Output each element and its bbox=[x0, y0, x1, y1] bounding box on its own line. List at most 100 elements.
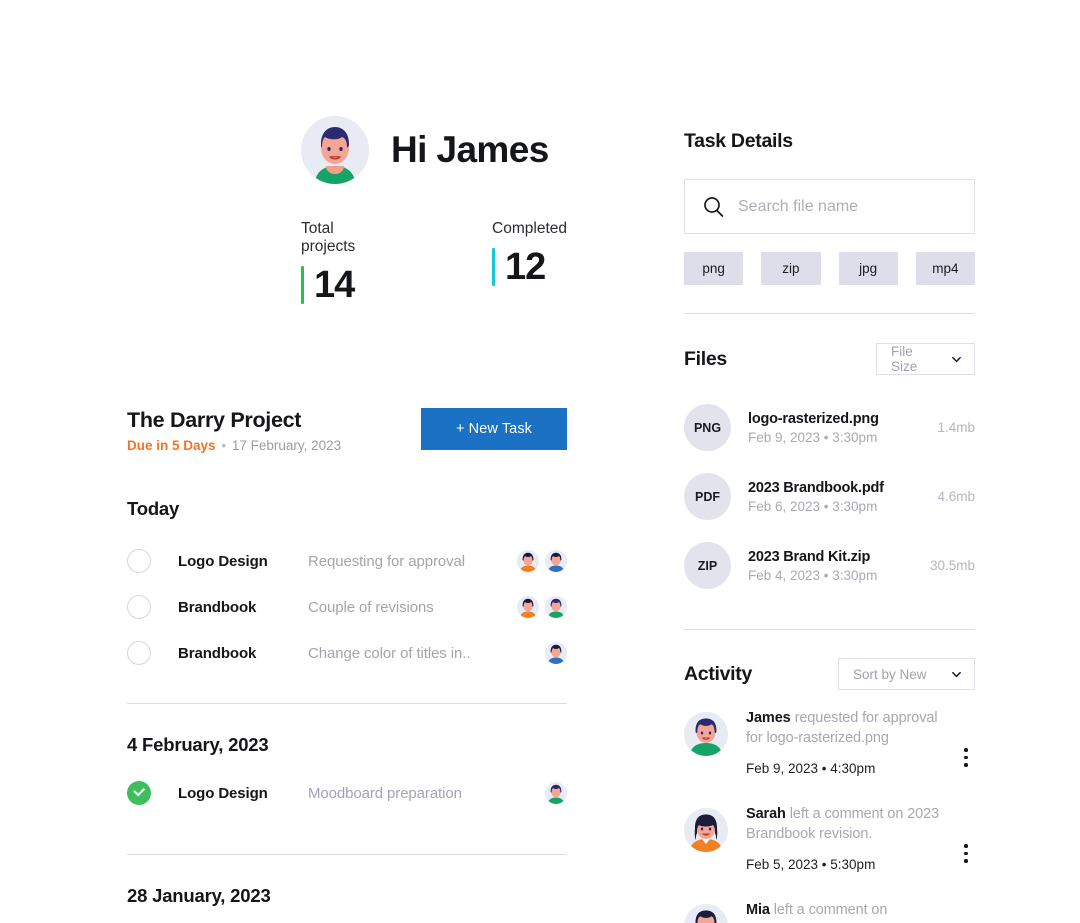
chevron-down-icon bbox=[952, 671, 961, 677]
activity-menu-button[interactable] bbox=[957, 900, 975, 923]
file-size: 4.6mb bbox=[937, 489, 975, 504]
task-row[interactable]: Logo Design Requesting for approval bbox=[127, 538, 567, 584]
greeting-header: Hi James bbox=[127, 116, 567, 184]
avatar-orange bbox=[684, 808, 728, 852]
file-name: 2023 Brandbook.pdf bbox=[748, 479, 884, 496]
task-checkbox[interactable] bbox=[127, 641, 151, 665]
filter-chip-png[interactable]: png bbox=[684, 252, 744, 285]
file-type-badge: ZIP bbox=[684, 542, 731, 589]
meta-separator: • bbox=[221, 438, 227, 453]
task-assignees bbox=[515, 550, 567, 572]
activity-text: Sarah left a comment on 2023 Brandbook r… bbox=[746, 804, 957, 844]
file-name: 2023 Brand Kit.zip bbox=[748, 548, 871, 565]
task-row[interactable]: Logo Design Moodboard preparation bbox=[127, 770, 567, 816]
file-size: 30.5mb bbox=[929, 558, 975, 573]
avatar-green bbox=[545, 596, 567, 618]
dot bbox=[964, 851, 968, 855]
section-divider bbox=[127, 854, 567, 855]
activity-user: Mia bbox=[746, 902, 770, 918]
avatar-green bbox=[545, 782, 567, 804]
stat-accent-bar bbox=[301, 266, 304, 304]
section-divider bbox=[127, 703, 567, 704]
filter-chip-jpg[interactable]: jpg bbox=[838, 252, 898, 285]
task-section-feb4: 4 February, 2023 Logo Design Moodboard p… bbox=[127, 734, 567, 816]
task-description: Change color of titles in.. bbox=[308, 644, 471, 662]
task-checkbox[interactable] bbox=[127, 549, 151, 573]
task-name: Brandbook bbox=[178, 644, 257, 662]
panel-divider bbox=[684, 313, 975, 314]
files-header: Files File Size bbox=[684, 343, 975, 375]
activity-item: Mia left a comment on bbox=[684, 900, 975, 923]
avatar bbox=[301, 116, 369, 184]
files-title: Files bbox=[684, 347, 727, 370]
filter-chip-mp4[interactable]: mp4 bbox=[915, 252, 975, 285]
task-description: Requesting for approval bbox=[308, 552, 465, 570]
avatar-blue bbox=[545, 642, 567, 664]
search-box[interactable] bbox=[684, 179, 975, 234]
filter-chip-zip[interactable]: zip bbox=[761, 252, 821, 285]
activity-user: Sarah bbox=[746, 806, 786, 822]
activity-header: Activity Sort by New bbox=[684, 658, 975, 690]
activity-menu-button[interactable] bbox=[957, 804, 975, 863]
activity-list: James requested for approval for logo-ra… bbox=[684, 708, 975, 923]
activity-user: James bbox=[746, 710, 791, 726]
page-title: Hi James bbox=[391, 129, 549, 170]
search-input[interactable] bbox=[738, 197, 956, 216]
task-description: Couple of revisions bbox=[308, 598, 434, 616]
stat-value: 12 bbox=[505, 246, 546, 288]
new-task-button[interactable]: + New Task bbox=[421, 408, 567, 450]
task-name: Brandbook bbox=[178, 598, 257, 616]
chevron-down-icon bbox=[952, 356, 961, 362]
right-panel: Task Details png zip jpg mp4 Files File … bbox=[684, 0, 975, 923]
file-size: 1.4mb bbox=[937, 420, 975, 435]
task-assignees bbox=[515, 782, 567, 804]
activity-detail: left a comment on bbox=[769, 902, 888, 918]
task-details-title: Task Details bbox=[684, 130, 793, 152]
activity-text: James requested for approval for logo-ra… bbox=[746, 708, 957, 748]
avatar-blue bbox=[684, 904, 728, 923]
activity-sort-label: Sort by New bbox=[853, 666, 927, 682]
file-row[interactable]: PNG logo-rasterized.png Feb 9, 2023 • 3:… bbox=[684, 393, 975, 462]
activity-time: Feb 5, 2023 • 5:30pm bbox=[746, 857, 876, 872]
section-heading-date: 4 February, 2023 bbox=[127, 734, 269, 755]
left-column: Hi James Total projects 14 Completed 12 … bbox=[127, 0, 567, 923]
dot bbox=[964, 755, 968, 759]
activity-menu-button[interactable] bbox=[957, 708, 975, 767]
stat-completed: Completed 12 bbox=[492, 220, 567, 304]
file-list: PNG logo-rasterized.png Feb 9, 2023 • 3:… bbox=[684, 393, 975, 600]
dot bbox=[964, 748, 968, 752]
stat-value: 14 bbox=[314, 264, 355, 306]
file-row[interactable]: ZIP 2023 Brand Kit.zip Feb 4, 2023 • 3:3… bbox=[684, 531, 975, 600]
file-date: Feb 6, 2023 • 3:30pm bbox=[748, 498, 878, 514]
file-name: logo-rasterized.png bbox=[748, 410, 879, 427]
avatar-green bbox=[684, 712, 728, 756]
activity-item: James requested for approval for logo-ra… bbox=[684, 708, 975, 804]
file-type-badge: PNG bbox=[684, 404, 731, 451]
task-checkbox-done[interactable] bbox=[127, 781, 151, 805]
dot bbox=[964, 844, 968, 848]
task-assignees bbox=[515, 596, 567, 618]
task-assignees bbox=[515, 642, 567, 664]
file-size-select[interactable]: File Size bbox=[876, 343, 975, 375]
project-meta: Due in 5 Days • 17 February, 2023 bbox=[127, 438, 341, 453]
file-type-badge: PDF bbox=[684, 473, 731, 520]
task-list-today: Logo Design Requesting for approval Bran… bbox=[127, 538, 567, 676]
panel-divider bbox=[684, 629, 975, 630]
stat-label: Completed bbox=[492, 220, 567, 237]
task-section-jan28: 28 January, 2023 Brandbook Prepare list … bbox=[127, 885, 567, 923]
dashboard-page: Hi James Total projects 14 Completed 12 … bbox=[0, 0, 1080, 923]
file-row[interactable]: PDF 2023 Brandbook.pdf Feb 6, 2023 • 3:3… bbox=[684, 462, 975, 531]
activity-text: Mia left a comment on bbox=[746, 900, 957, 920]
avatar-blue bbox=[545, 550, 567, 572]
activity-time: Feb 9, 2023 • 4:30pm bbox=[746, 761, 876, 776]
task-description: Moodboard preparation bbox=[308, 784, 462, 802]
task-checkbox[interactable] bbox=[127, 595, 151, 619]
activity-sort-select[interactable]: Sort by New bbox=[838, 658, 975, 690]
task-row[interactable]: Brandbook Change color of titles in.. bbox=[127, 630, 567, 676]
task-row[interactable]: Brandbook Couple of revisions bbox=[127, 584, 567, 630]
task-name: Logo Design bbox=[178, 784, 268, 802]
activity-item: Sarah left a comment on 2023 Brandbook r… bbox=[684, 804, 975, 900]
section-heading-today: Today bbox=[127, 498, 180, 519]
task-name: Logo Design bbox=[178, 552, 268, 570]
stat-accent-bar bbox=[492, 248, 496, 286]
